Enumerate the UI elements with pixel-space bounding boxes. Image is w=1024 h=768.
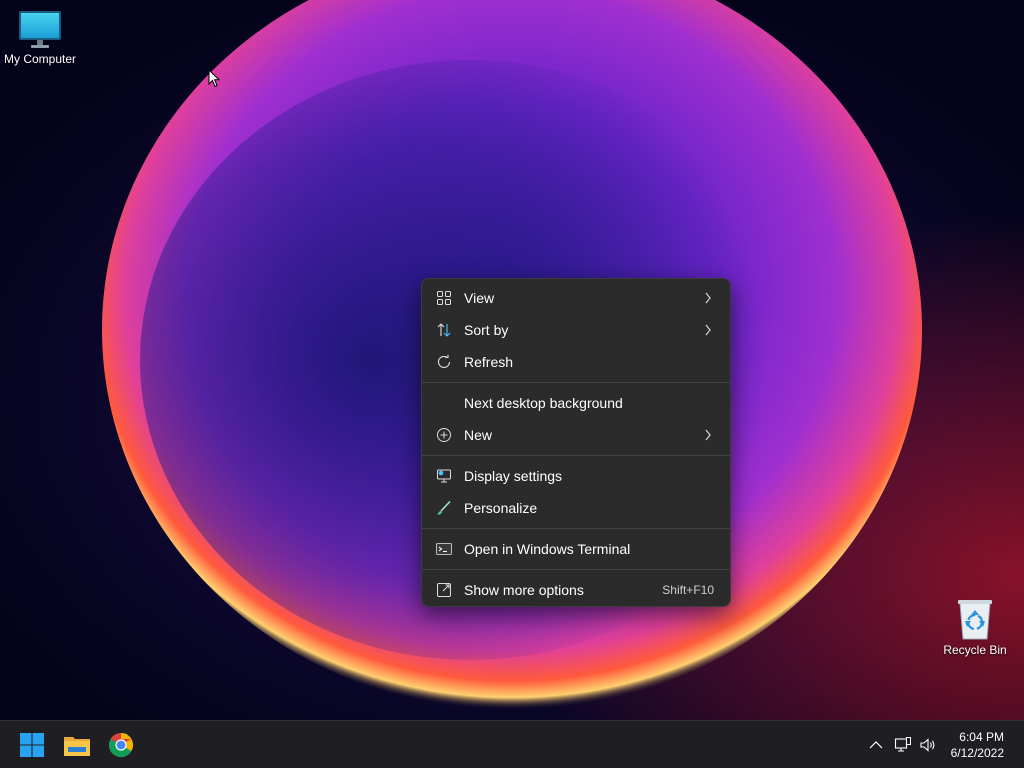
taskbar-file-explorer[interactable] (61, 729, 93, 761)
sort-icon (437, 323, 451, 337)
start-windows-icon (20, 733, 44, 757)
menu-item-label: Display settings (464, 468, 563, 484)
network-icon[interactable] (894, 736, 912, 754)
desktop-context-menu: View Sort by Refresh Next desktop backgr… (421, 278, 731, 607)
menu-item-label: Refresh (464, 354, 514, 370)
menu-item-new[interactable]: New (426, 419, 726, 451)
chrome-icon (108, 733, 134, 758)
chevron-right-icon (705, 292, 711, 304)
menu-item-label: New (464, 427, 493, 443)
menu-item-sort-by[interactable]: Sort by (426, 314, 726, 346)
chevron-right-icon (705, 429, 711, 441)
taskbar-clock[interactable]: 6:04 PM 6/12/2022 (951, 729, 1004, 761)
desktop-icon-my-computer[interactable]: My Computer (0, 10, 80, 66)
view-grid-icon (437, 291, 451, 305)
menu-item-label: Next desktop background (464, 395, 623, 411)
desktop-icon-label: My Computer (3, 52, 77, 66)
chevron-right-icon (705, 324, 711, 336)
menu-item-label: Sort by (464, 322, 509, 338)
clock-time: 6:04 PM (959, 730, 1004, 744)
menu-item-label: Personalize (464, 500, 538, 516)
desktop[interactable]: My Computer Recycle Bin View Sort by Ref… (0, 0, 1024, 720)
desktop-icon-label: Recycle Bin (943, 643, 1007, 657)
file-explorer-icon (64, 737, 90, 756)
mouse-cursor-icon (208, 69, 220, 88)
menu-separator (422, 528, 730, 529)
desktop-icon-recycle-bin[interactable]: Recycle Bin (935, 597, 1015, 657)
keyboard-shortcut: Shift+F10 (662, 583, 714, 597)
personalize-brush-icon (437, 500, 451, 515)
show-more-icon (437, 583, 451, 597)
menu-item-label: View (464, 290, 495, 306)
volume-icon[interactable] (919, 736, 937, 754)
clock-date: 6/12/2022 (950, 746, 1004, 760)
display-settings-icon (437, 469, 451, 483)
menu-item-label: Open in Windows Terminal (464, 541, 631, 557)
menu-item-refresh[interactable]: Refresh (426, 346, 726, 378)
monitor-icon (19, 11, 61, 48)
show-hidden-icons-chevron-icon[interactable] (867, 736, 885, 754)
menu-item-next-desktop-background[interactable]: Next desktop background (426, 387, 726, 419)
menu-separator (422, 455, 730, 456)
menu-item-show-more-options[interactable]: Show more options Shift+F10 (426, 574, 726, 606)
refresh-icon (437, 354, 451, 368)
menu-item-label: Show more options (464, 582, 584, 598)
recycle-bin-icon (958, 600, 992, 640)
menu-item-view[interactable]: View (426, 282, 726, 314)
menu-item-open-in-windows-terminal[interactable]: Open in Windows Terminal (426, 533, 726, 565)
menu-item-personalize[interactable]: Personalize (426, 492, 726, 524)
new-plus-icon (437, 428, 451, 442)
start-button[interactable] (16, 729, 48, 761)
terminal-icon (436, 543, 452, 555)
taskbar-chrome[interactable] (105, 729, 137, 761)
menu-separator (422, 569, 730, 570)
menu-item-display-settings[interactable]: Display settings (426, 460, 726, 492)
taskbar: 6:04 PM 6/12/2022 (0, 720, 1024, 768)
menu-separator (422, 382, 730, 383)
